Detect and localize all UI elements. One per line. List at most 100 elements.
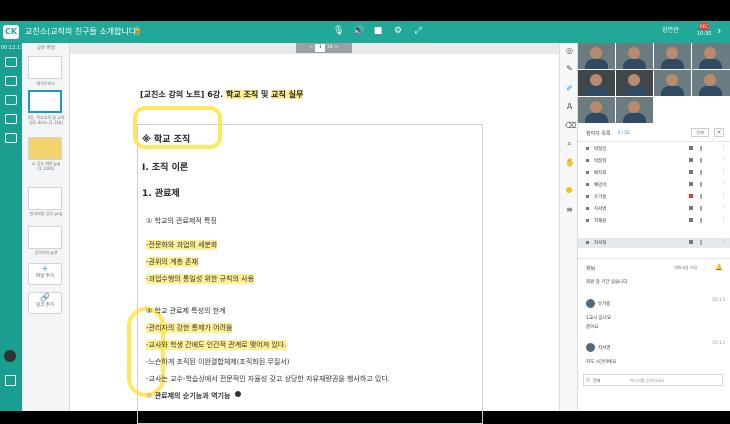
page-navigator[interactable]: ← 1 16 → [296, 43, 352, 53]
settings-icon[interactable]: ⚙ [393, 25, 403, 37]
microphone-icon[interactable] [700, 182, 702, 187]
camera-icon[interactable] [689, 206, 693, 210]
person-icon [586, 159, 589, 162]
video-tile[interactable] [616, 97, 653, 123]
microphone-icon[interactable] [700, 146, 702, 151]
participant-row[interactable]: 유가흠 ⋮ [578, 192, 730, 202]
participant-body [699, 86, 722, 96]
screen-icon[interactable] [5, 76, 17, 86]
microphone-icon[interactable] [700, 194, 702, 199]
exit-icon[interactable] [5, 375, 16, 386]
camera-icon[interactable] [689, 240, 693, 244]
previous-page-icon[interactable]: ← [310, 45, 314, 50]
list-item: -느슨하게 조직된 이완결합체제(조직화된 무질서) [146, 358, 290, 366]
camera-icon[interactable] [689, 146, 693, 150]
camera-icon[interactable] [689, 170, 693, 174]
participant-row[interactable]: 지서영 ⋮ [578, 204, 730, 214]
chat-message: 저도 시간이에요 [586, 360, 617, 365]
hand-icon[interactable]: ✋ [565, 158, 575, 167]
participant-face [628, 74, 640, 86]
person-icon [586, 241, 589, 244]
whiteboard-thumbnail[interactable] [28, 56, 62, 79]
document-page: [교친소 강의 노트] 6강. 학교 조직 및 교직 실무 ※ 학교 조직 Ⅰ.… [70, 54, 559, 424]
more-icon[interactable]: ⋮ [721, 239, 726, 244]
chat-icon[interactable] [5, 57, 17, 67]
document-title: [교친소 강의 노트] 6강. 학교 조직 및 교직 실무 [140, 90, 304, 99]
microphone-icon[interactable] [700, 170, 702, 175]
image-caption: 교 공유 화면.jpg (1.10kb) [31, 161, 61, 171]
video-tile[interactable] [616, 70, 653, 96]
participant-row[interactable]: 박정민 ⋮ [578, 144, 730, 154]
fullscreen-icon[interactable]: ⤢ [413, 25, 423, 37]
more-icon[interactable]: ⋮ [721, 169, 726, 174]
add-file-button[interactable]: + 파일 추가 [28, 263, 62, 285]
document-thumbnail[interactable] [28, 90, 62, 113]
next-page-icon[interactable]: → [334, 45, 338, 50]
speaker-icon[interactable]: 🔊 [353, 25, 364, 37]
more-icon[interactable]: ⋮ [721, 217, 726, 222]
section-organization-theory: Ⅰ. 조직 이론 [142, 163, 189, 173]
board-thumbnail[interactable] [28, 187, 62, 210]
video-tile[interactable] [578, 70, 615, 96]
video-icon[interactable] [5, 114, 17, 124]
camera-icon[interactable] [689, 182, 693, 186]
video-tile[interactable] [654, 43, 691, 69]
microphone-icon[interactable] [700, 158, 702, 163]
more-icon[interactable]: ⋮ [721, 205, 726, 210]
participant-body [585, 113, 608, 123]
search-icon[interactable]: ⌕ [565, 139, 574, 148]
collapse-icon[interactable]: › [717, 24, 721, 37]
participant-row[interactable]: 지재원 ⋮ [578, 216, 730, 226]
menu-icon[interactable]: ≡ [565, 205, 574, 214]
highlighter-icon[interactable]: ✐ [565, 84, 574, 93]
video-tile[interactable] [692, 43, 730, 69]
chat-input[interactable]: ☺ 전체 메시지를 입력하세요 [583, 374, 723, 386]
eraser-icon[interactable]: ⌫ [565, 121, 576, 130]
microphone-icon[interactable]: 🎙 [333, 25, 344, 37]
microphone-icon[interactable] [700, 218, 702, 223]
page-current[interactable]: 1 [315, 44, 326, 52]
camera-icon[interactable]: ■ [373, 25, 383, 37]
camera-icon[interactable] [689, 194, 693, 198]
participant-row[interactable]: 지서희 ⋮ [578, 238, 730, 248]
more-icon[interactable]: ⋮ [721, 181, 726, 186]
participant-body [623, 113, 646, 123]
recipient-select[interactable]: 전체 [593, 378, 600, 384]
video-tile[interactable] [578, 43, 615, 69]
participant-row[interactable]: 배지희 ⋮ [578, 168, 730, 178]
more-icon[interactable]: ⋮ [721, 157, 726, 162]
pdf-thumbnail[interactable] [28, 226, 62, 249]
participant-row[interactable]: 채민아 ⋮ [578, 180, 730, 190]
shared-files-header: 공유 파일 [37, 46, 55, 51]
people-icon[interactable] [5, 133, 17, 143]
avatar [586, 343, 595, 352]
microphone-icon[interactable] [700, 240, 702, 245]
pen-icon[interactable]: ✎ [565, 64, 574, 73]
video-tile[interactable] [616, 43, 653, 69]
participant-body [661, 86, 684, 96]
document-icon[interactable] [5, 95, 17, 105]
add-link-button[interactable]: 🔗 링크 추가 [28, 292, 62, 314]
camera-icon[interactable] [689, 218, 693, 222]
video-tile[interactable] [692, 70, 730, 96]
microphone-icon[interactable] [700, 206, 702, 211]
close-icon[interactable]: × [714, 128, 724, 137]
emoji-icon[interactable]: ☺ [586, 377, 590, 382]
more-icon[interactable]: ⋮ [721, 193, 726, 198]
image-thumbnail[interactable] [28, 137, 62, 160]
camera-icon[interactable] [689, 158, 693, 162]
target-icon[interactable]: ◎ [565, 46, 574, 55]
participant-row[interactable]: 박정현 ⋮ [578, 156, 730, 166]
participant-body [661, 59, 684, 69]
participant-list-title: 참여자 목록 [586, 131, 611, 137]
more-icon[interactable]: ⋮ [721, 145, 726, 150]
video-tile[interactable] [578, 97, 615, 123]
participant-filter[interactable]: 전체 [691, 128, 709, 137]
color-icon[interactable] [566, 187, 572, 193]
media-controls: 🎙 🔊 ■ ⚙ ⤢ [333, 25, 423, 37]
text-icon[interactable]: A [565, 102, 574, 111]
bell-icon[interactable]: 🔔 [715, 264, 722, 271]
save-chat-button[interactable]: 대화내용 저장 [674, 265, 697, 271]
video-tile[interactable] [654, 70, 691, 96]
avatar-icon[interactable] [4, 350, 16, 362]
